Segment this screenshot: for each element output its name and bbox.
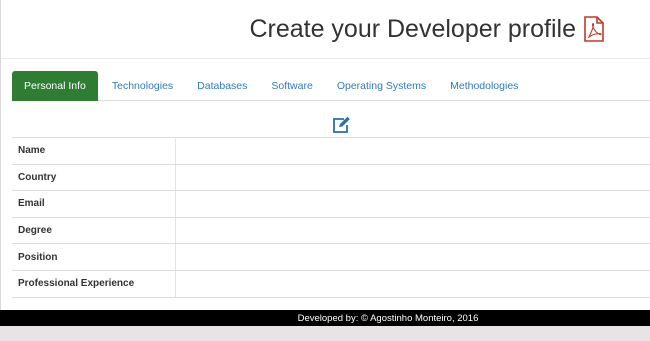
table-row: Degree — [12, 217, 650, 245]
row-label-professional-experience: Professional Experience — [12, 270, 176, 298]
table-row: Country — [12, 164, 650, 192]
edit-icon[interactable] — [331, 116, 351, 134]
row-value-professional-experience — [175, 270, 650, 298]
row-label-name: Name — [12, 137, 176, 165]
table-row: Professional Experience — [12, 270, 650, 298]
row-label-degree: Degree — [12, 217, 176, 245]
row-label-position: Position — [12, 243, 176, 271]
row-value-email — [175, 190, 650, 218]
tab-software[interactable]: Software — [259, 71, 324, 100]
table-row: Email — [12, 190, 650, 218]
row-label-email: Email — [12, 190, 176, 218]
footer-credit: Developed by: © Agostinho Monteiro, 2016 — [297, 312, 479, 324]
header-divider — [1, 58, 650, 59]
table-row: Position — [12, 243, 650, 271]
profile-tabs: Personal Info Technologies Databases Sof… — [12, 71, 650, 101]
row-label-country: Country — [12, 164, 176, 192]
bottom-strip — [0, 326, 650, 341]
tab-personal-info[interactable]: Personal Info — [12, 71, 98, 101]
page-header: Create your Developer profile — [0, 0, 650, 58]
tab-operating-systems[interactable]: Operating Systems — [325, 71, 438, 100]
page-title: Create your Developer profile — [249, 14, 576, 43]
tab-technologies[interactable]: Technologies — [100, 71, 185, 100]
tab-methodologies[interactable]: Methodologies — [438, 71, 530, 100]
table-row: Name — [12, 137, 650, 165]
file-pdf-icon[interactable] — [582, 16, 606, 42]
row-value-country — [175, 164, 650, 192]
row-value-name — [175, 137, 650, 165]
footer: Developed by: © Agostinho Monteiro, 2016 — [0, 310, 650, 326]
tab-databases[interactable]: Databases — [185, 71, 259, 100]
edit-toolbar — [12, 114, 650, 136]
row-value-degree — [175, 217, 650, 245]
row-value-position — [175, 243, 650, 271]
page: Create your Developer profile Personal I… — [0, 0, 650, 341]
personal-info-table: Name Country Email Degree Position Profe… — [12, 137, 650, 298]
